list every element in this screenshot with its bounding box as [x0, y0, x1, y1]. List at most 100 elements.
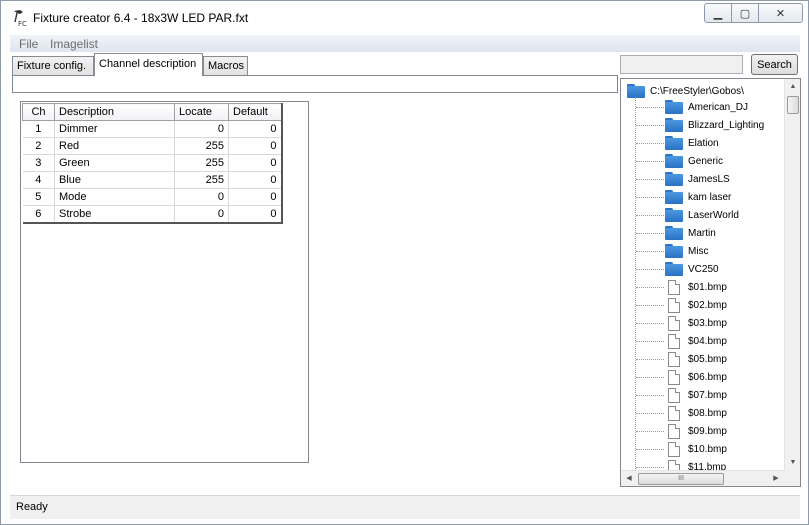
cell-default[interactable]: 0 — [228, 137, 283, 155]
scroll-down-icon[interactable]: ▼ — [785, 455, 800, 471]
scroll-right-icon[interactable]: ▶ — [768, 471, 784, 486]
tree-item-label: JamesLS — [688, 173, 730, 185]
maximize-button[interactable]: ▢ — [732, 3, 759, 23]
tree-item-label: kam laser — [688, 191, 732, 203]
tree-item-label: $05.bmp — [688, 353, 727, 365]
table-row[interactable]: 4 Blue 255 0 — [22, 171, 283, 189]
cell-description[interactable]: Green — [54, 154, 175, 172]
tree-item-content: Blizzard_Lighting — [665, 118, 764, 132]
tree-connector — [636, 269, 664, 270]
cell-description[interactable]: Mode — [54, 188, 175, 206]
header-default[interactable]: Default — [228, 103, 283, 121]
cell-description[interactable]: Red — [54, 137, 175, 155]
tree-item-content: $08.bmp — [665, 405, 727, 421]
file-icon — [668, 279, 680, 295]
tree-item-label: Generic — [688, 155, 724, 167]
scroll-corner — [784, 470, 800, 486]
tree-item-content: Generic — [665, 154, 723, 168]
title-bar[interactable]: FC Fixture creator 6.4 - 18x3W LED PAR.f… — [1, 1, 808, 35]
cell-default[interactable]: 0 — [228, 205, 283, 224]
table-row[interactable]: 3 Green 255 0 — [22, 154, 283, 172]
cell-ch[interactable]: 3 — [22, 154, 55, 172]
tree-item-content: $02.bmp — [665, 297, 727, 313]
channel-table: Ch Description Locate Default 1 Dimmer 0… — [22, 103, 283, 224]
tree-item-label: $02.bmp — [688, 299, 727, 311]
cell-description[interactable]: Strobe — [54, 205, 175, 224]
folder-icon — [665, 118, 683, 132]
search-input[interactable] — [620, 55, 743, 74]
folder-icon — [665, 172, 683, 186]
gobo-tree-view[interactable]: C:\FreeStyler\Gobos\ American_DJ Blizzard… — [620, 78, 801, 487]
cell-default[interactable]: 0 — [228, 188, 283, 206]
tree-connector — [636, 287, 664, 288]
tree-connector — [636, 305, 664, 306]
folder-icon — [665, 262, 683, 276]
tree-item-content: $07.bmp — [665, 387, 727, 403]
cell-locate[interactable]: 0 — [174, 188, 229, 206]
table-row[interactable]: 6 Strobe 0 0 — [22, 205, 283, 224]
tree-item-content: $10.bmp — [665, 441, 727, 457]
tab-macros[interactable]: Macros — [203, 56, 248, 77]
folder-icon — [665, 154, 683, 168]
tree-root-label: C:\FreeStyler\Gobos\ — [650, 85, 744, 97]
cell-default[interactable]: 0 — [228, 154, 283, 172]
tree-item-content: $03.bmp — [665, 315, 727, 331]
table-row[interactable]: 5 Mode 0 0 — [22, 188, 283, 206]
tree-item-content: Martin — [665, 226, 716, 240]
table-row[interactable]: 1 Dimmer 0 0 — [22, 120, 283, 138]
cell-description[interactable]: Dimmer — [54, 120, 175, 138]
header-description[interactable]: Description — [54, 103, 175, 121]
channel-table-panel: Ch Description Locate Default 1 Dimmer 0… — [20, 101, 309, 463]
tab-channel-description[interactable]: Channel description — [94, 53, 203, 76]
header-ch[interactable]: Ch — [22, 103, 55, 121]
cell-locate[interactable]: 255 — [174, 171, 229, 189]
scroll-up-icon[interactable]: ▲ — [785, 79, 800, 95]
horizontal-scroll-thumb[interactable]: III — [638, 473, 724, 485]
scroll-left-icon[interactable]: ◀ — [621, 471, 637, 486]
tree-item-label: $04.bmp — [688, 335, 727, 347]
cell-locate[interactable]: 0 — [174, 120, 229, 138]
folder-icon — [665, 208, 683, 222]
cell-ch[interactable]: 5 — [22, 188, 55, 206]
cell-locate[interactable]: 0 — [174, 205, 229, 224]
tree-item-content: JamesLS — [665, 172, 730, 186]
file-icon — [668, 297, 680, 313]
tree-item-content: kam laser — [665, 190, 731, 204]
vertical-scroll-thumb[interactable] — [787, 96, 799, 114]
tree-root[interactable]: C:\FreeStyler\Gobos\ — [627, 83, 744, 99]
vertical-scrollbar[interactable]: ▲ ▼ — [784, 79, 800, 471]
cell-locate[interactable]: 255 — [174, 154, 229, 172]
table-row[interactable]: 2 Red 255 0 — [22, 137, 283, 155]
menu-file[interactable]: File — [19, 37, 38, 51]
tree-connector — [636, 395, 664, 396]
cell-ch[interactable]: 6 — [22, 205, 55, 224]
folder-icon — [665, 100, 683, 114]
cell-ch[interactable]: 4 — [22, 171, 55, 189]
menu-imagelist[interactable]: Imagelist — [50, 37, 98, 51]
cell-default[interactable]: 0 — [228, 171, 283, 189]
search-button[interactable]: Search — [751, 54, 798, 75]
window-title: Fixture creator 6.4 - 18x3W LED PAR.fxt — [33, 11, 249, 25]
cell-description[interactable]: Blue — [54, 171, 175, 189]
cell-locate[interactable]: 255 — [174, 137, 229, 155]
tree-item-content: Misc — [665, 244, 709, 258]
tree-item-label: Misc — [688, 245, 709, 257]
cell-ch[interactable]: 1 — [22, 120, 55, 138]
tree-connector — [635, 97, 636, 471]
file-icon — [668, 441, 680, 457]
horizontal-scrollbar[interactable]: ◀ III ▶ — [621, 470, 784, 486]
minimize-button[interactable]: ▁ — [704, 3, 732, 23]
tree-connector — [636, 449, 664, 450]
table-header-row: Ch Description Locate Default — [22, 103, 283, 121]
description-field[interactable] — [12, 75, 618, 93]
close-button[interactable]: ✕ — [759, 3, 803, 23]
maximize-icon: ▢ — [739, 7, 751, 20]
tree-connector — [636, 251, 664, 252]
tree-item-content: VC250 — [665, 262, 719, 276]
header-locate[interactable]: Locate — [174, 103, 229, 121]
tab-fixture-config[interactable]: Fixture config. — [12, 56, 94, 77]
cell-ch[interactable]: 2 — [22, 137, 55, 155]
window-controls: ▁ ▢ ✕ — [704, 3, 803, 23]
cell-default[interactable]: 0 — [228, 120, 283, 138]
tree-item-label: $03.bmp — [688, 317, 727, 329]
